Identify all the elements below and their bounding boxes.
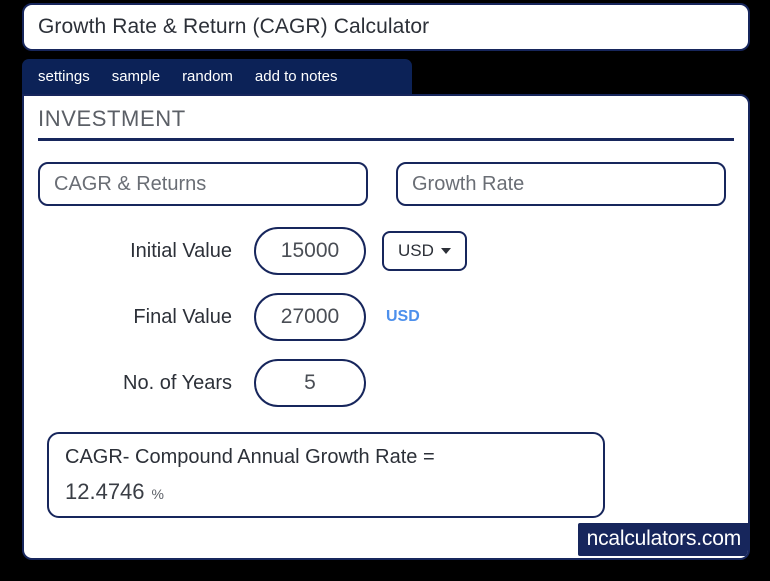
input-form: Initial Value 15000 USD Final Value 2700… (24, 218, 748, 416)
toolbar-item-sample[interactable]: sample (112, 68, 160, 85)
toolbar-item-random[interactable]: random (182, 68, 233, 85)
section-heading-label: INVESTMENT (38, 106, 186, 131)
result-label: CAGR- Compound Annual Growth Rate = (65, 446, 435, 468)
site-watermark-label: ncalculators.com (586, 527, 742, 550)
form-row-final-value: Final Value 27000 USD (24, 284, 748, 350)
section-header: INVESTMENT (38, 106, 734, 141)
final-value-currency-text: USD (386, 308, 420, 325)
final-value-input[interactable]: 27000 (254, 293, 366, 341)
site-watermark: ncalculators.com (577, 523, 748, 556)
mode-growth-rate[interactable]: Growth Rate (396, 162, 726, 206)
window-title-bar: Growth Rate & Return (CAGR) Calculator (22, 3, 750, 51)
initial-value-currency-select[interactable]: USD (382, 231, 467, 271)
toolbar: settings sample random add to notes (22, 59, 412, 94)
mode-cagr-and-returns[interactable]: CAGR & Returns (38, 162, 368, 206)
number-of-years-label: No. of Years (123, 371, 232, 394)
page-title: Growth Rate & Return (CAGR) Calculator (38, 15, 430, 38)
initial-value-input[interactable]: 15000 (254, 227, 366, 275)
form-row-number-of-years: No. of Years 5 (24, 350, 748, 416)
result-unit: % (151, 486, 164, 502)
form-row-initial-value: Initial Value 15000 USD (24, 218, 748, 284)
mode-growth-rate-label: Growth Rate (412, 172, 525, 195)
initial-value-label: Initial Value (130, 239, 232, 262)
result-box: CAGR- Compound Annual Growth Rate = 12.4… (47, 432, 605, 518)
number-of-years-input[interactable]: 5 (254, 359, 366, 407)
chevron-down-icon (440, 248, 451, 254)
initial-value-currency-label: USD (398, 241, 434, 260)
result-value: 12.4746 (65, 479, 145, 504)
main-panel: INVESTMENT CAGR & Returns Growth Rate In… (22, 94, 750, 560)
calculator-app: Growth Rate & Return (CAGR) Calculator s… (0, 0, 770, 581)
mode-cagr-and-returns-label: CAGR & Returns (54, 172, 207, 195)
result-value-line: 12.4746 % (65, 479, 603, 505)
final-value-label: Final Value (133, 305, 232, 328)
toolbar-item-add-to-notes[interactable]: add to notes (255, 68, 338, 85)
mode-selector-row: CAGR & Returns Growth Rate (38, 162, 738, 206)
toolbar-item-settings[interactable]: settings (38, 68, 90, 85)
